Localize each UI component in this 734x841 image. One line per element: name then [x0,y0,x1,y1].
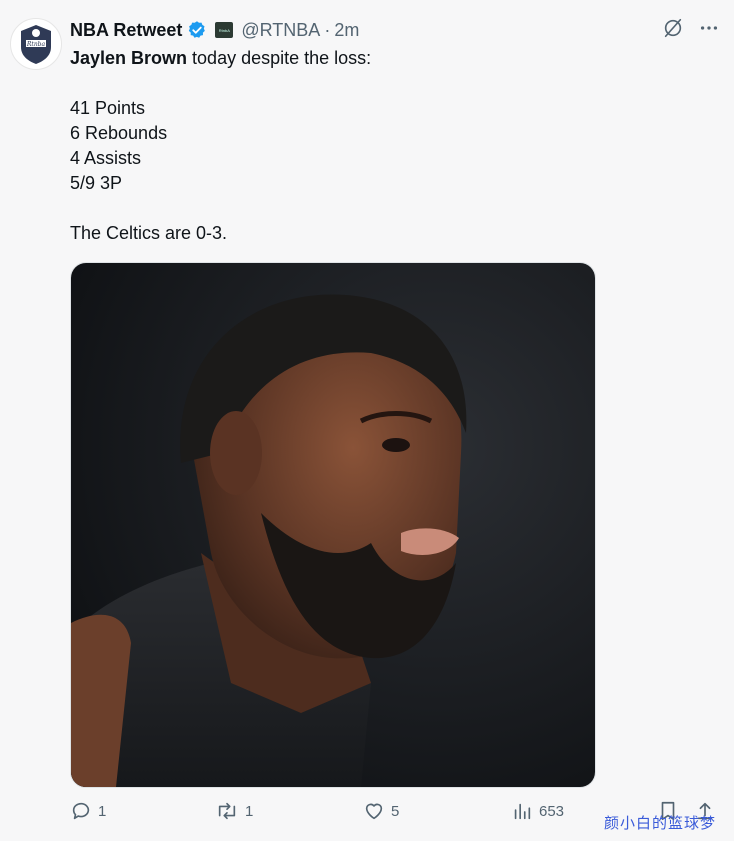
grok-icon[interactable] [662,17,684,39]
tweet-text: Jaylen Brown today despite the loss: 41 … [70,46,670,246]
avatar-text: Rtnba [26,41,46,48]
views-chart-icon [514,803,531,820]
affiliate-badge-icon[interactable]: RtnbA [215,22,234,38]
tweet-closing: The Celtics are 0-3. [70,223,228,243]
player-photo-image [71,263,595,787]
time-separator: · [324,19,331,40]
retweet-count: 1 [245,802,254,820]
tweet-intro: Jaylen Brown today despite the loss: [70,46,670,71]
verified-badge-icon[interactable] [187,20,207,40]
more-options-icon[interactable] [698,17,720,39]
author-name[interactable]: NBA Retweet [70,20,182,41]
author-handle[interactable]: @RTNBA [241,20,320,41]
stat-line: 5/9 3P [70,173,123,193]
tweet-header: NBA Retweet RtnbA @RTNBA · 2m [70,17,720,43]
retweet-icon [218,802,236,820]
retweet-button[interactable]: 1 [215,800,253,822]
avatar[interactable]: Rtnba [10,18,62,70]
tweet-intro-bold[interactable]: Jaylen Brown [70,48,187,68]
watermark-text: 颜小白的篮球梦 [604,815,717,832]
affiliate-badge-text: RtnbA [218,27,230,33]
reply-icon [72,802,90,820]
rtnba-logo-icon: Rtnba [21,25,51,64]
reply-button[interactable]: 1 [70,800,106,822]
views-button[interactable]: 653 [511,800,564,822]
tweet-time[interactable]: 2m [334,20,359,41]
like-button[interactable]: 5 [363,800,399,822]
stat-line: 6 Rebounds [70,123,168,143]
stat-line: 41 Points [70,98,146,118]
like-count: 5 [391,802,400,820]
heart-icon [365,803,383,820]
stat-line: 4 Assists [70,148,142,168]
reply-count: 1 [98,802,107,820]
tweet-photo[interactable] [70,262,596,788]
tweet-intro-rest: today despite the loss: [187,48,372,68]
view-count: 653 [539,802,565,820]
